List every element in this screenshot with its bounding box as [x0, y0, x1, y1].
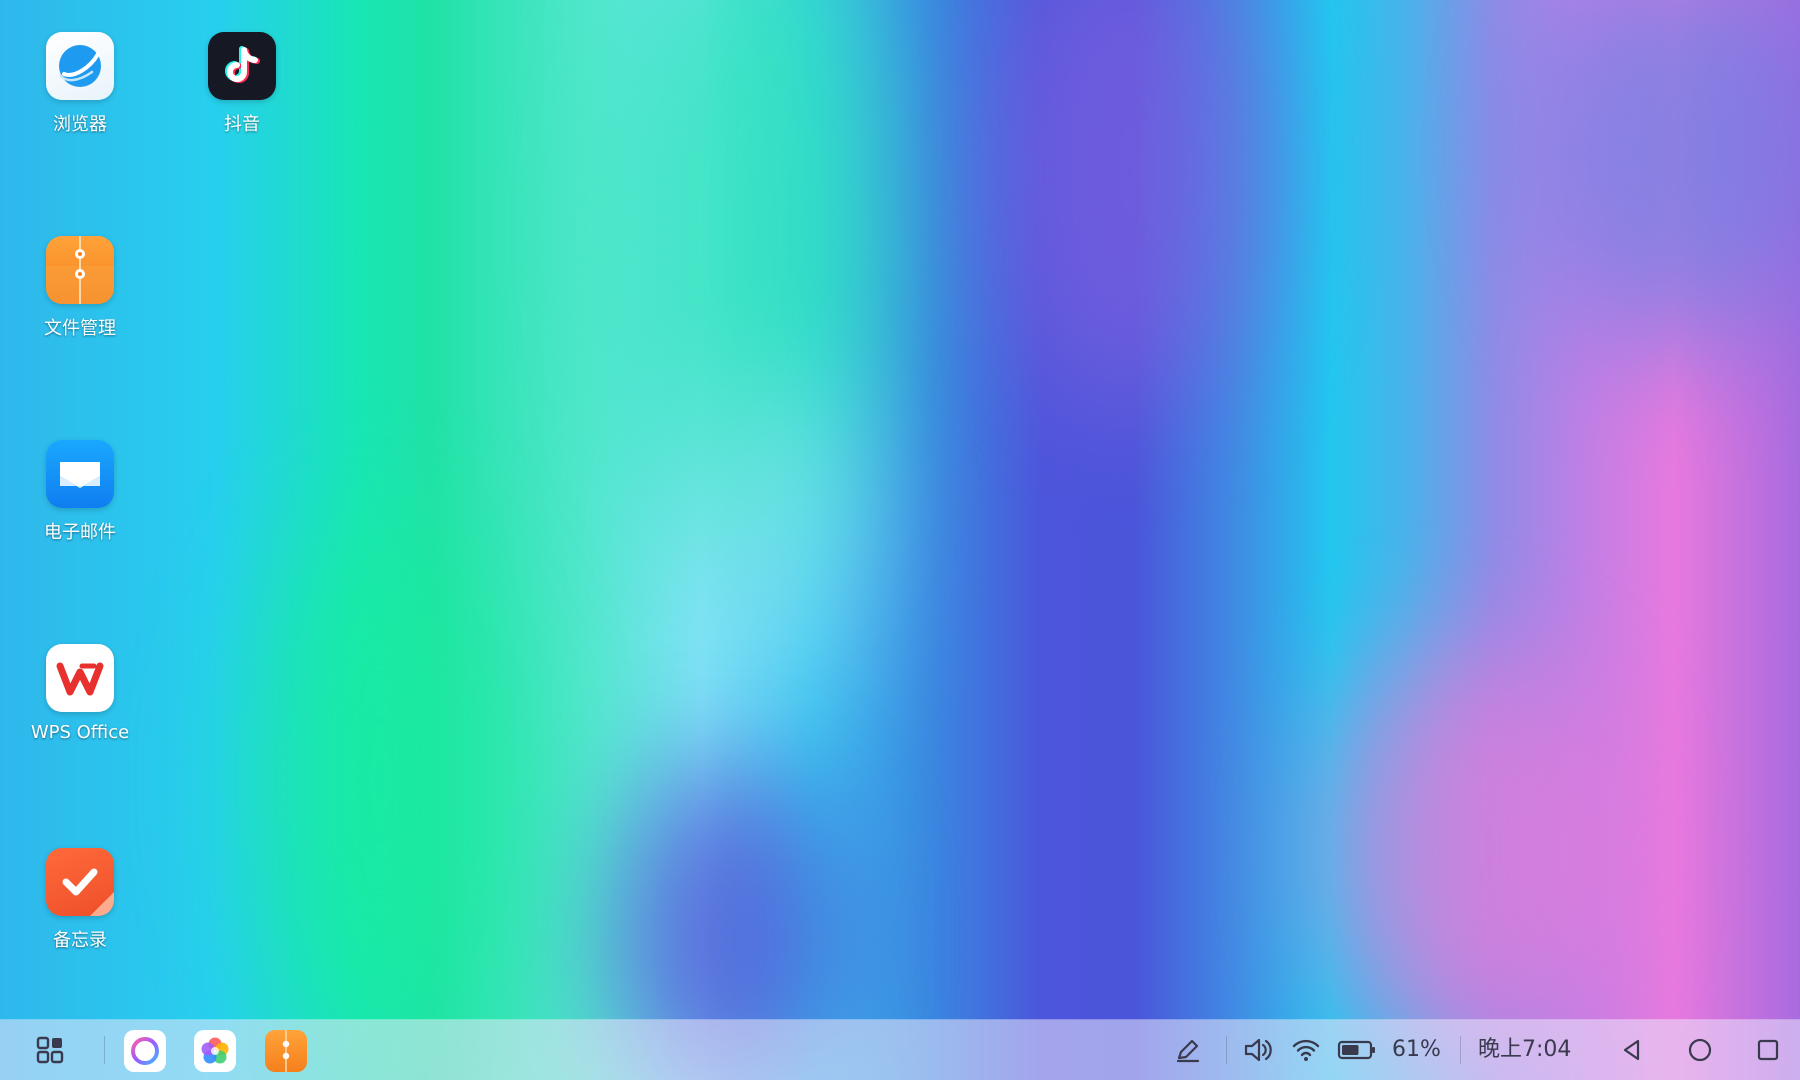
desktop-app-file-manager[interactable]: 文件管理	[10, 236, 150, 340]
taskbar-divider	[1226, 1036, 1227, 1064]
file-manager-icon	[46, 236, 114, 304]
desktop-app-label: WPS Office	[30, 722, 130, 743]
desktop-app-label: 备忘录	[53, 930, 107, 951]
desktop-app-memo[interactable]: 备忘录	[10, 848, 150, 952]
taskbar: 61% 晚上7:04	[0, 1020, 1800, 1080]
battery-level-fill	[1342, 1045, 1359, 1055]
wallpaper-glow	[1320, 640, 1620, 1060]
recents-square-icon[interactable]	[1748, 1033, 1788, 1067]
wps-office-icon	[46, 644, 114, 712]
desktop-app-email[interactable]: 电子邮件	[10, 440, 150, 544]
assistant-ring-icon[interactable]	[124, 1030, 166, 1072]
pen-icon[interactable]	[1168, 1033, 1208, 1067]
email-icon	[46, 440, 114, 508]
desktop-app-browser[interactable]: 浏览器	[10, 32, 150, 136]
desktop-app-label: 浏览器	[53, 114, 107, 135]
browser-icon	[46, 32, 114, 100]
wallpaper	[0, 0, 1800, 1080]
douyin-icon	[208, 32, 276, 100]
file-manager-icon[interactable]	[265, 1030, 307, 1072]
wallpaper-glow	[690, 380, 870, 700]
home-circle-icon[interactable]	[1680, 1033, 1720, 1067]
battery-percentage: 61%	[1392, 1037, 1441, 1062]
back-triangle-icon[interactable]	[1612, 1033, 1652, 1067]
gallery-flower-icon[interactable]	[194, 1030, 236, 1072]
clock[interactable]: 晚上7:04	[1478, 1038, 1571, 1062]
taskbar-divider	[1460, 1036, 1461, 1064]
battery-icon[interactable]	[1334, 1033, 1380, 1067]
app-grid-icon[interactable]	[30, 1032, 70, 1068]
desktop-app-label: 抖音	[224, 114, 260, 135]
desktop-screen: 浏览器 抖音 文件管理 电子邮件 WPS Office 备忘录 61% 晚上7:…	[0, 0, 1800, 1080]
volume-icon[interactable]	[1238, 1033, 1278, 1067]
desktop-app-label: 文件管理	[44, 318, 116, 339]
wifi-icon[interactable]	[1286, 1033, 1326, 1067]
wallpaper-glow	[250, 520, 510, 1040]
desktop-app-wps-office[interactable]: WPS Office	[10, 644, 150, 743]
memo-icon	[46, 848, 114, 916]
desktop-app-label: 电子邮件	[44, 522, 116, 543]
taskbar-divider	[104, 1036, 105, 1064]
desktop-app-douyin[interactable]: 抖音	[172, 32, 312, 136]
